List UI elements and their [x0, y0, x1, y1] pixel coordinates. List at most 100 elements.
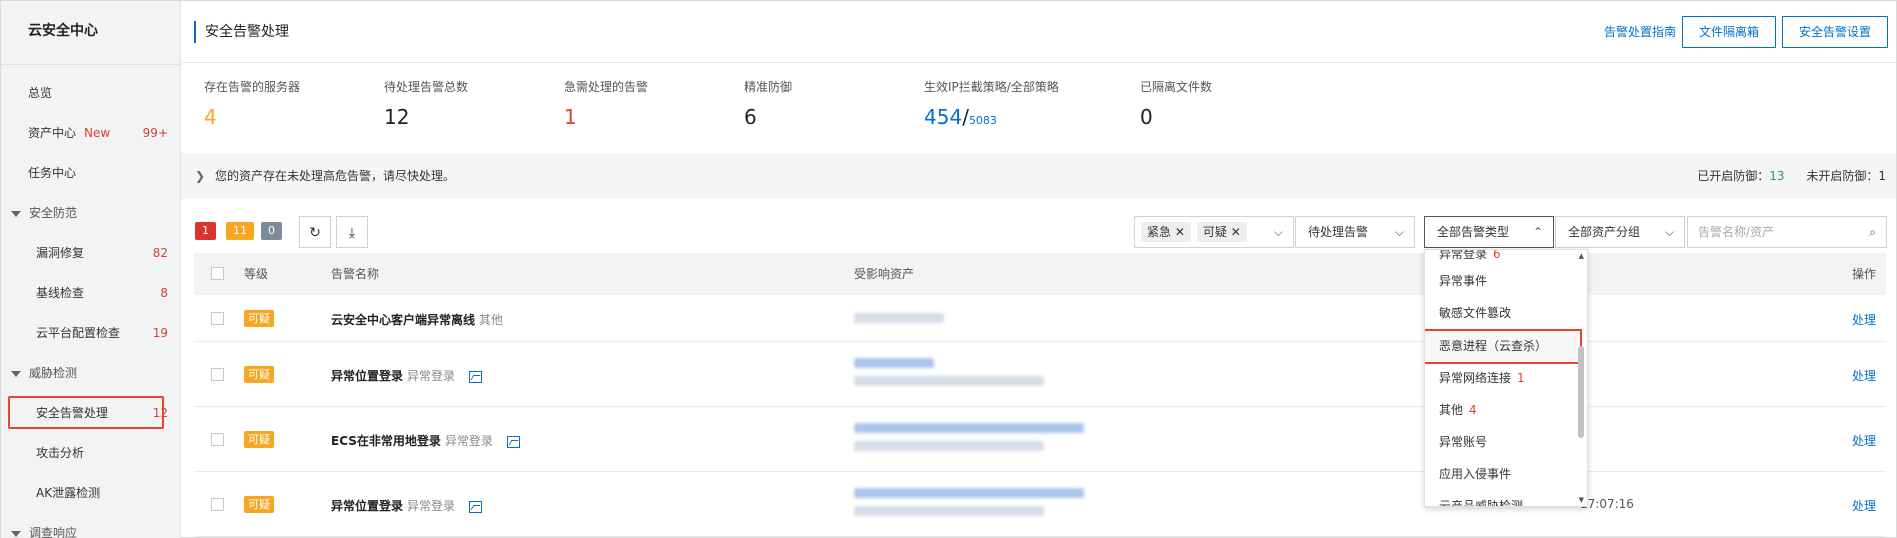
count-gray-badge[interactable]: 0 [261, 222, 282, 240]
select-all-checkbox[interactable] [211, 267, 224, 280]
download-button[interactable]: ⤓ [336, 216, 368, 248]
select-value: 全部资产分组 [1568, 225, 1641, 239]
stat-servers[interactable]: 存在告警的服务器 4 [204, 78, 300, 129]
column-header-level[interactable]: 等级 [244, 253, 268, 295]
table-row[interactable]: 可疑 异常位置登录异常登录 1 处理 [194, 342, 1886, 407]
stat-value-total: 5083 [968, 114, 997, 127]
image-icon[interactable] [506, 435, 520, 448]
table-header: 等级 告警名称 受影响资产 操作 [194, 253, 1886, 295]
row-checkbox[interactable] [211, 433, 224, 446]
dropdown-item[interactable]: 其他 4 [1439, 394, 1477, 426]
app-window: 云安全中心 总览 资产中心 New 99+ 任务中心 安全防范 漏洞修复 82 基线检… [0, 0, 1897, 538]
select-value: 全部告警类型 [1437, 225, 1510, 239]
alert-title[interactable]: ECS在非常用地登录 [331, 434, 441, 448]
row-checkbox[interactable] [211, 312, 224, 325]
chip-label: 可疑 [1202, 225, 1227, 239]
chevron-right-icon[interactable]: ❯ [195, 153, 205, 199]
sidebar-item-baseline-check[interactable]: 基线检查 8 [1, 273, 180, 313]
search-input[interactable]: 告警名称/资产 ⌕ [1687, 216, 1887, 248]
sidebar-group-threat-detection[interactable]: 威胁检测 [1, 353, 180, 393]
count-badge: 19 [152, 326, 168, 340]
image-icon[interactable] [469, 500, 483, 513]
scroll-up-icon[interactable]: ▲ [1579, 252, 1584, 260]
group-select[interactable]: 全部资产分组 ⌵ [1555, 216, 1685, 248]
count-orange-badge[interactable]: 11 [226, 222, 254, 240]
search-icon[interactable]: ⌕ [1869, 217, 1876, 247]
column-header-asset[interactable]: 受影响资产 [854, 253, 914, 295]
filter-chip[interactable]: 可疑 ✕ [1196, 222, 1247, 242]
handle-link[interactable]: 处理 [1852, 497, 1876, 514]
alert-title[interactable]: 异常位置登录 [331, 369, 403, 383]
sidebar-item-asset-center[interactable]: 资产中心 New 99+ [1, 113, 180, 153]
dropdown-item[interactable]: 敏感文件篡改 [1439, 297, 1511, 329]
alert-name[interactable]: 云安全中心客户端异常离线 其他 [331, 311, 503, 328]
caret-down-icon [11, 210, 21, 217]
stat-value: 1 [564, 105, 577, 129]
column-header-name[interactable]: 告警名称 [331, 253, 379, 295]
stat-label: 精准防御 [744, 80, 793, 94]
table-row[interactable]: 可疑 云安全中心客户端异常离线其他 3 处理 [194, 295, 1886, 342]
sidebar-item-task-center[interactable]: 任务中心 [1, 153, 180, 193]
table-row[interactable]: 可疑 异常位置登录 异常登录 17:07:16 处理 [194, 472, 1886, 537]
caret-down-icon [11, 370, 21, 377]
count-badge: 82 [152, 246, 168, 260]
sidebar-item-ak-leak[interactable]: AK泄露检测 [1, 473, 180, 513]
row-checkbox[interactable] [211, 498, 224, 511]
dropdown-item[interactable]: 异常账号 [1439, 426, 1487, 458]
image-icon[interactable] [469, 370, 483, 383]
row-checkbox[interactable] [211, 368, 224, 381]
stat-precise-defense[interactable]: 精准防御 6 [744, 78, 792, 129]
sidebar-item-overview[interactable]: 总览 [1, 73, 180, 113]
level-filter[interactable]: 紧急 ✕ 可疑 ✕ ⌵ [1134, 216, 1294, 248]
alert-name[interactable]: 异常位置登录 异常登录 [331, 497, 483, 514]
status-select[interactable]: 待处理告警 ⌵ [1295, 216, 1415, 248]
refresh-button[interactable]: ↻ [299, 216, 331, 248]
alert-settings-button[interactable]: 安全告警设置 [1781, 16, 1888, 48]
sidebar-item-vuln-fix[interactable]: 漏洞修复 82 [1, 233, 180, 273]
handle-link[interactable]: 处理 [1852, 311, 1876, 328]
close-icon[interactable]: ✕ [1231, 225, 1241, 239]
stat-quarantined[interactable]: 已隔离文件数 0 [1140, 78, 1212, 129]
table-row[interactable]: 可疑 ECS在非常用地登录异常登录 9 处理 [194, 407, 1886, 472]
sidebar-group-security-prevention[interactable]: 安全防范 [1, 193, 180, 233]
count-red-badge[interactable]: 1 [195, 222, 216, 240]
dropdown-item[interactable]: 异常事件 [1439, 265, 1487, 297]
scroll-down-icon[interactable]: ▼ [1579, 496, 1584, 504]
count-badge: 12 [152, 406, 168, 420]
item-count: 1 [1517, 371, 1525, 385]
toolbar: 1 11 0 ↻ ⤓ 紧急 ✕ 可疑 ✕ ⌵ 待处理告警 ⌵ 全部告警类型 ⌃ 全… [181, 213, 1896, 253]
stat-label: 生效IP拦截策略/全部策略 [924, 80, 1059, 94]
alert-title[interactable]: 异常位置登录 [331, 499, 403, 513]
stat-value: 454/5083 [924, 105, 1059, 129]
chevron-down-icon: ⌵ [1273, 225, 1283, 239]
alert-name[interactable]: ECS在非常用地登录 异常登录 [331, 432, 520, 449]
quarantine-button[interactable]: 文件隔离箱 [1681, 16, 1776, 48]
stat-ip-policy[interactable]: 生效IP拦截策略/全部策略 454/5083 [924, 78, 1059, 129]
sidebar-item-attack-analysis[interactable]: 攻击分析 [1, 433, 180, 473]
sidebar-group-investigation[interactable]: 调查响应 [1, 513, 180, 538]
alert-title[interactable]: 云安全中心客户端异常离线 [331, 313, 475, 327]
sidebar-item-alert-handling[interactable]: 安全告警处理 12 [1, 393, 180, 433]
alerts-table: 等级 告警名称 受影响资产 操作 可疑 云安全中心客户端异常离线其他 3 处理 … [194, 253, 1886, 537]
stats-bar: 存在告警的服务器 4 待处理告警总数 12 急需处理的告警 1 精准防御 6 生… [181, 63, 1896, 151]
sidebar-item-cloud-config-check[interactable]: 云平台配置检查 19 [1, 313, 180, 353]
stat-urgent[interactable]: 急需处理的告警 1 [564, 78, 648, 129]
handle-link[interactable]: 处理 [1852, 432, 1876, 449]
guide-link[interactable]: 告警处置指南 [1604, 23, 1676, 40]
scrollbar-thumb[interactable] [1578, 346, 1584, 438]
close-icon[interactable]: ✕ [1175, 225, 1185, 239]
chip-label: 紧急 [1147, 225, 1172, 239]
asset-redacted [854, 488, 1084, 498]
type-select[interactable]: 全部告警类型 ⌃ [1424, 216, 1554, 248]
count-badge: 8 [160, 286, 168, 300]
stat-pending[interactable]: 待处理告警总数 12 [384, 78, 468, 129]
dropdown-item[interactable]: 应用入侵事件 [1439, 458, 1511, 490]
dropdown-item[interactable]: 异常网络连接 1 [1439, 362, 1525, 394]
alert-name[interactable]: 异常位置登录 异常登录 [331, 367, 483, 384]
dropdown-item-malicious-process[interactable]: 恶意进程（云查杀） [1439, 330, 1547, 362]
sidebar-item-label: 基线检查 [36, 286, 85, 300]
handle-link[interactable]: 处理 [1852, 367, 1876, 384]
page-header: 安全告警处理 告警处置指南 文件隔离箱 安全告警设置 [181, 1, 1896, 63]
dropdown-item[interactable]: 云产品威胁检测 [1439, 490, 1523, 506]
filter-chip[interactable]: 紧急 ✕ [1141, 222, 1191, 242]
